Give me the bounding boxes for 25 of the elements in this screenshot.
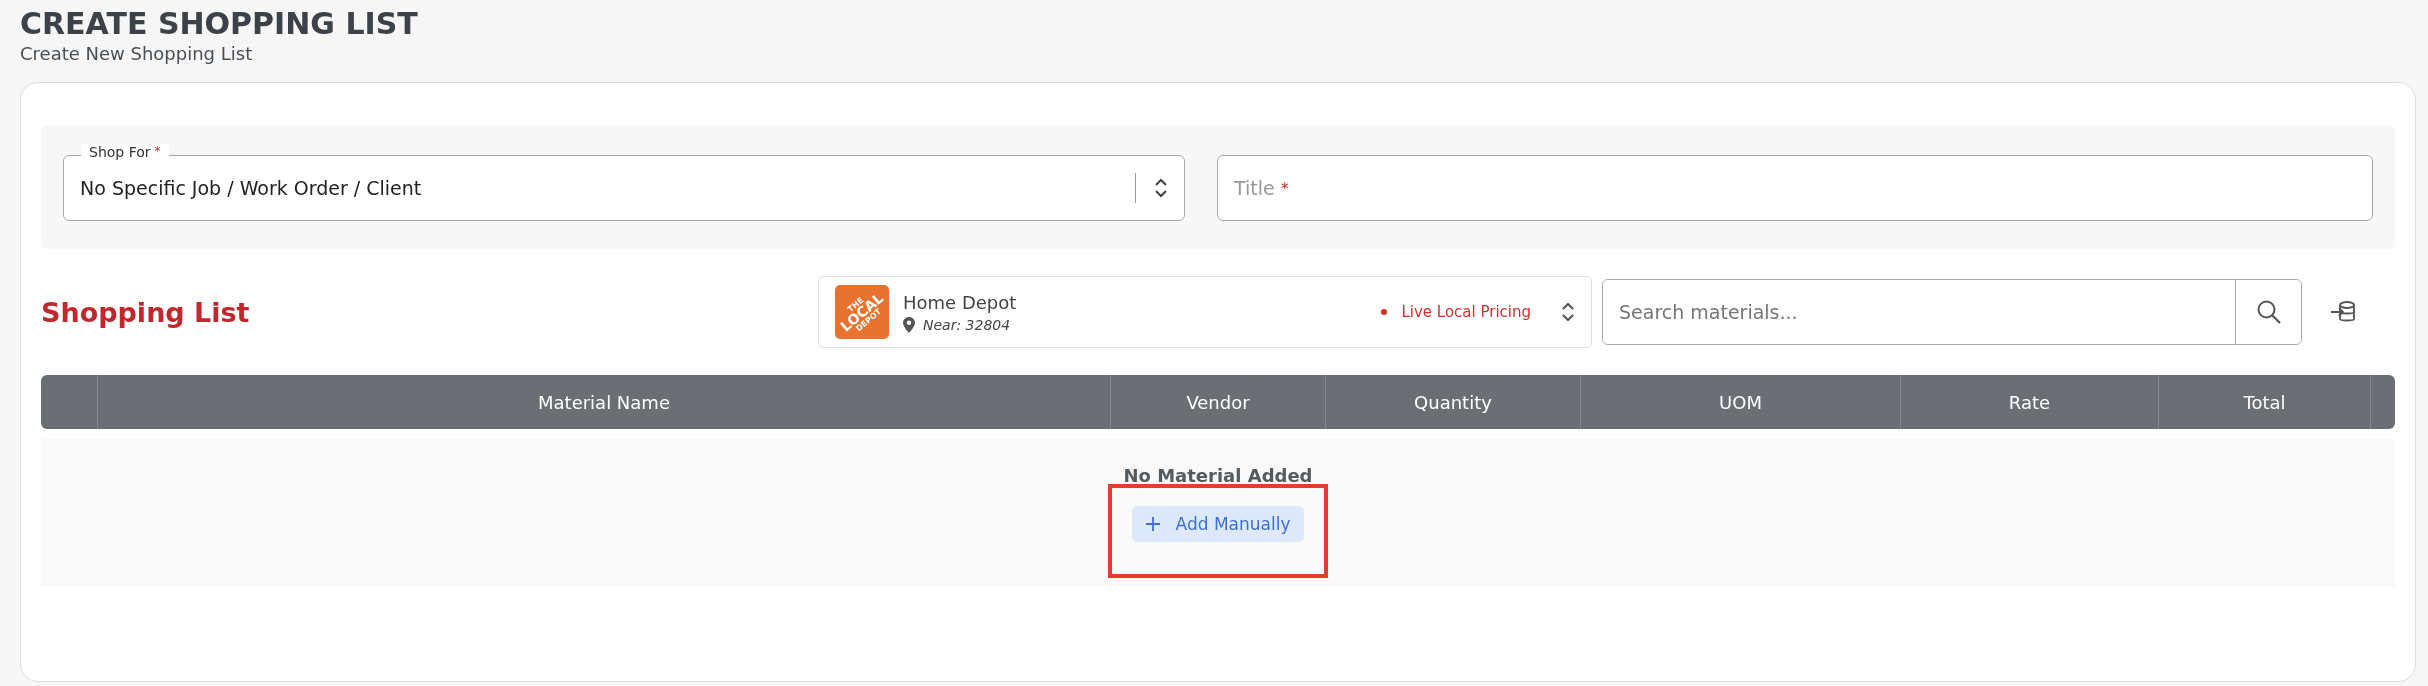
column-header: Vendor [1186,391,1250,413]
updown-chevron-icon [1561,300,1575,324]
empty-message: No Material Added [1123,465,1313,486]
column-header: Material Name [538,391,670,413]
required-mark: * [1280,178,1289,198]
vendor-location: Near: 32804 [923,316,1011,333]
location-pin-icon [903,316,915,333]
column-header: Rate [2008,391,2051,413]
section-heading: Shopping List [41,296,251,328]
title-field[interactable]: Title * [1217,155,2373,221]
column-header: Total [2243,391,2286,413]
column-header: UOM [1719,391,1762,413]
updown-chevron-icon [1154,176,1168,200]
page-subtitle: Create New Shopping List [20,43,254,64]
add-manually-button[interactable]: Add Manually [1131,506,1305,542]
plus-icon [1145,517,1160,531]
status-dot [1381,309,1388,315]
pricing-status: Live Local Pricing [1401,303,1531,321]
page-title: CREATE SHOPPING LIST [20,5,419,41]
vendor-name: Home Depot [903,291,1018,313]
database-import-icon[interactable] [2330,300,2356,324]
search-button[interactable] [2235,280,2301,344]
column-header: Quantity [1414,391,1492,413]
search-icon [2255,299,2282,325]
required-mark: * [154,144,161,158]
